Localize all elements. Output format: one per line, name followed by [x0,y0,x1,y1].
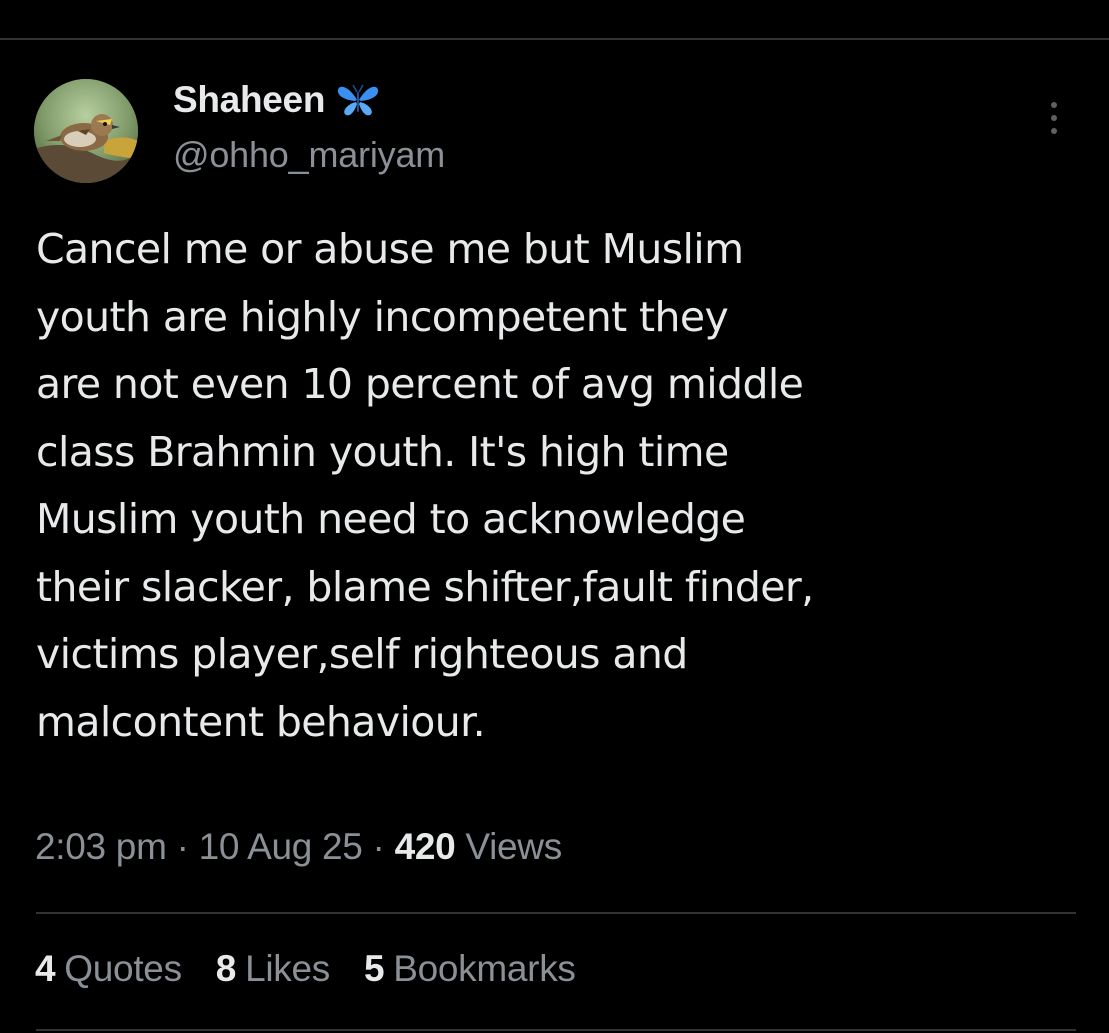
bookmarks-count: 5 [363,948,385,989]
quotes-count: 4 [35,948,56,989]
likes-stat[interactable]: 8 Likes [216,948,330,990]
more-dot [1051,115,1057,121]
author-handle[interactable]: @ohho_mariyam [173,134,445,176]
views-count: 420 [394,826,456,867]
tweet-time[interactable]: 2:03 pm [35,826,167,867]
more-dot [1051,102,1057,108]
bookmarks-label: Bookmarks [393,948,576,989]
quotes-label: Quotes [64,948,182,989]
tweet-meta: 2:03 pm · 10 Aug 25 · 420 Views [35,826,562,868]
bird-avatar-image [34,79,138,183]
tweet-date[interactable]: 10 Aug 25 [199,826,363,867]
engagement-stats: 4 Quotes 8 Likes 5 Bookmarks [35,948,576,990]
likes-count: 8 [215,948,237,989]
likes-label: Likes [245,948,330,989]
bottom-divider [36,1029,1076,1031]
tweet-text: Cancel me or abuse me but Muslim youth a… [36,225,814,746]
bookmarks-stat[interactable]: 5 Bookmarks [364,948,576,990]
top-divider [0,38,1109,40]
views-label: Views [465,826,562,867]
avatar[interactable] [34,79,138,183]
butterfly-icon [338,84,379,116]
quotes-stat[interactable]: 4 Quotes [35,948,182,990]
more-dot [1051,128,1057,134]
meta-separator: · [176,826,189,867]
more-options-button[interactable] [1038,96,1070,140]
author-name-row[interactable]: Shaheen [173,74,381,126]
stats-divider [36,912,1076,914]
author-display-name[interactable]: Shaheen [173,79,325,121]
meta-separator: · [372,826,385,867]
